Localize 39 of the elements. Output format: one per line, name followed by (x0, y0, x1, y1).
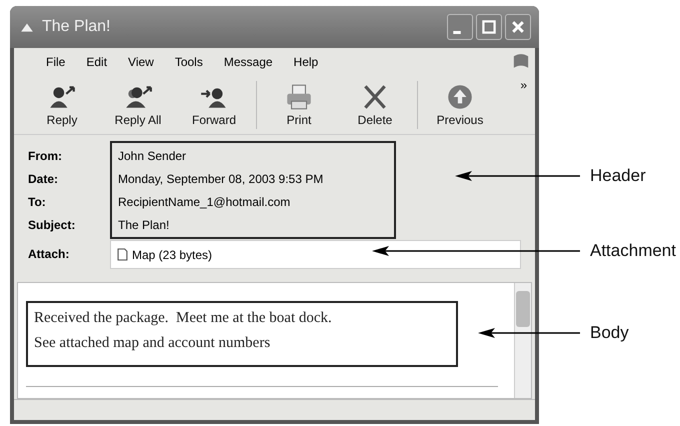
toolbar-button[interactable]: Reply All (100, 78, 176, 132)
callout-label: Header (590, 165, 646, 187)
maximize-button[interactable] (476, 14, 502, 40)
toolbar-button[interactable]: Delete (337, 78, 413, 132)
callout-label: Attachment (590, 240, 676, 262)
body-text-line: See attached map and account numbers (34, 334, 272, 353)
attachment-name[interactable]: Map (23 bytes) (132, 248, 212, 262)
field-value: RecipientName_1@hotmail.com (118, 194, 292, 211)
minimize-button[interactable] (447, 14, 473, 40)
scrollbar[interactable] (514, 283, 531, 398)
body-text-line: Received the package. Meet me at the boat dock. (34, 309, 333, 328)
menu-item[interactable]: Help (294, 55, 318, 69)
field-value: Monday, September 08, 2003 9:53 PM (118, 171, 324, 188)
callout-label: Body (590, 322, 629, 344)
field-label: To: (28, 194, 47, 211)
close-button[interactable] (505, 14, 531, 40)
maximize-icon (481, 19, 497, 35)
menu-item[interactable]: File (46, 55, 66, 69)
field-label: Date: (28, 171, 60, 188)
document-icon (117, 247, 128, 262)
field-value: The Plan! (118, 217, 170, 234)
toolbar-overflow-button[interactable]: » (520, 78, 527, 92)
toolbar-button[interactable]: Forward (176, 78, 252, 132)
menu-item[interactable]: View (128, 55, 154, 69)
toolbar-button[interactable]: Print (261, 78, 337, 132)
field-label: Subject: (28, 217, 76, 234)
field-label: Attach: (28, 246, 70, 263)
attachment-field[interactable]: Map (23 bytes) (110, 240, 521, 269)
toolbar-button[interactable]: Reply (24, 78, 100, 132)
close-icon (510, 19, 526, 35)
field-value: John Sender (118, 148, 188, 165)
menu-item[interactable]: Tools (174, 55, 203, 69)
menu-item[interactable]: Edit (86, 55, 108, 69)
toolbar-button[interactable]: Previous (422, 78, 498, 132)
field-label: From: (28, 148, 63, 165)
minimize-icon (453, 31, 461, 34)
menu-item[interactable]: Message (224, 55, 273, 69)
printer-icon (284, 84, 314, 110)
window-title: The Plan! (42, 18, 110, 36)
